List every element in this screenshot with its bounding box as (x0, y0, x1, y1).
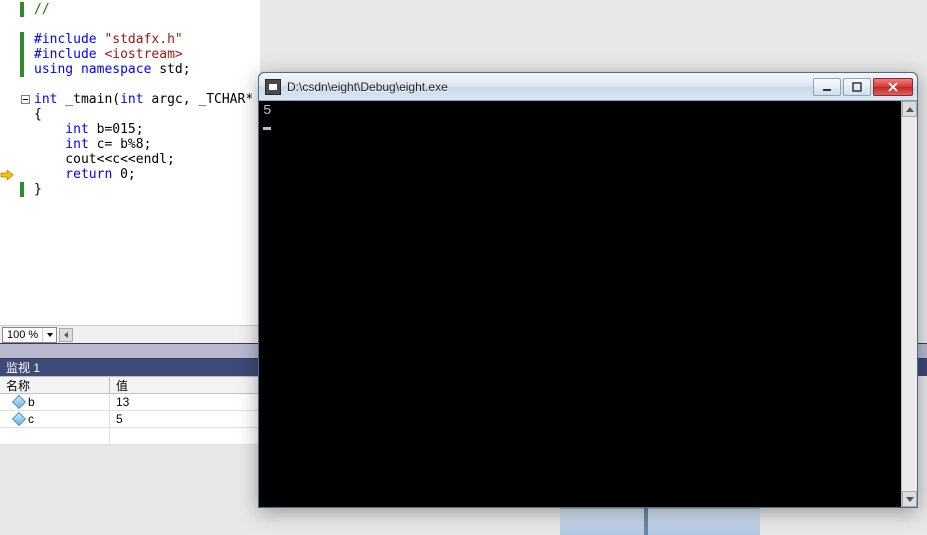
zoom-combo[interactable]: 100 % (2, 327, 57, 343)
zoom-value: 100 % (3, 329, 42, 341)
console-window[interactable]: D:\csdn\eight\Debug\eight.exe 5 (258, 72, 918, 508)
watch-header-name[interactable]: 名称 (0, 377, 110, 393)
editor-status-bar: 100 % (0, 325, 260, 343)
editor-gutter (0, 0, 28, 325)
taskbar-divider (644, 508, 648, 535)
watch-var-name: c (28, 412, 34, 426)
variable-icon (12, 395, 26, 409)
console-body[interactable]: 5 (259, 101, 917, 507)
variable-icon (12, 412, 26, 426)
zoom-dropdown-icon[interactable] (42, 328, 56, 342)
console-scrollbar[interactable] (901, 101, 917, 507)
watch-var-value: 5 (116, 412, 123, 426)
scroll-left-button[interactable] (59, 328, 73, 342)
close-button[interactable] (873, 78, 913, 96)
collapse-toggle[interactable] (21, 95, 30, 104)
maximize-button[interactable] (843, 78, 871, 96)
console-cursor (263, 127, 271, 130)
scroll-up-button[interactable] (902, 101, 917, 117)
current-line-arrow-icon (0, 170, 14, 180)
minimize-button[interactable] (813, 78, 841, 96)
console-title: D:\csdn\eight\Debug\eight.exe (287, 80, 813, 94)
code-area[interactable]: // #include "stdafx.h" #include <iostrea… (28, 0, 260, 325)
watch-var-value: 13 (116, 395, 129, 409)
console-app-icon (265, 79, 281, 95)
watch-var-name: b (28, 395, 35, 409)
console-titlebar[interactable]: D:\csdn\eight\Debug\eight.exe (259, 73, 917, 101)
code-editor[interactable]: // #include "stdafx.h" #include <iostrea… (0, 0, 260, 325)
taskbar-fragment (560, 508, 760, 535)
scroll-down-button[interactable] (902, 491, 917, 507)
console-output: 5 (259, 101, 917, 137)
